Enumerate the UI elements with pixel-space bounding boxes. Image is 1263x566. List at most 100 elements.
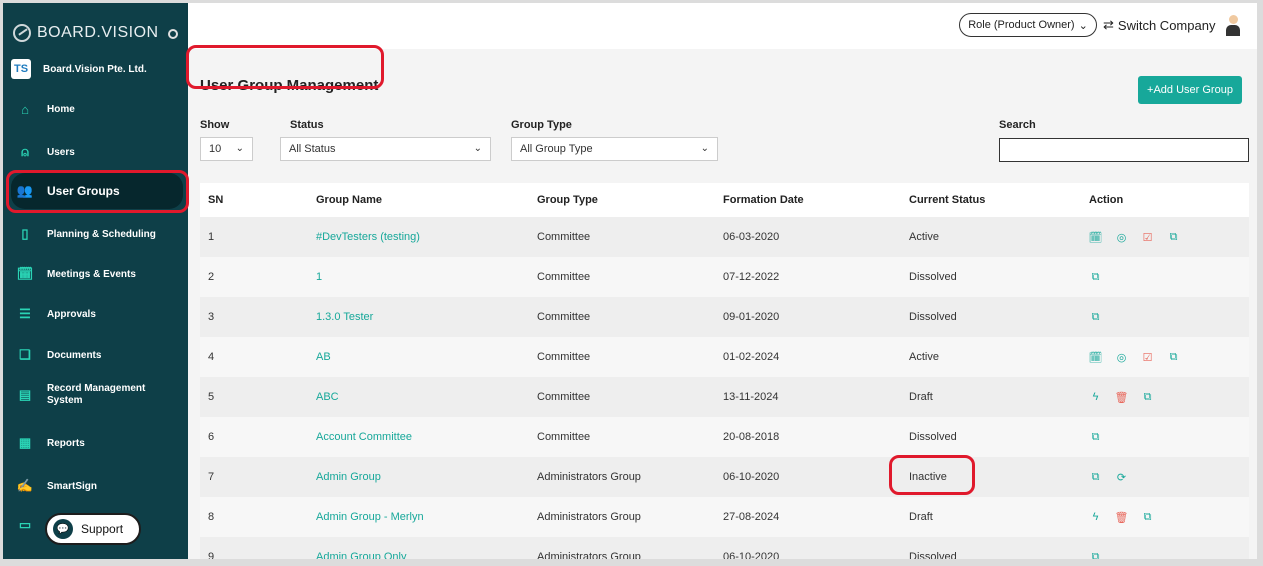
cell-date: 13-11-2024: [723, 391, 779, 403]
role-dropdown[interactable]: Role (Product Owner) ⌄: [959, 13, 1097, 37]
role-label: Role (Product Owner): [968, 19, 1075, 31]
calendar-icon: 🗓: [16, 266, 34, 281]
column-header[interactable]: Group Type: [537, 194, 723, 206]
group-type-label: Group Type: [511, 119, 572, 131]
cell-date: 01-02-2024: [723, 351, 780, 363]
cell-date: 09-01-2020: [723, 311, 780, 323]
sidebar-item-label: Reports: [47, 437, 85, 449]
copy-icon[interactable]: ⧉: [1089, 471, 1102, 484]
group-name-link[interactable]: #DevTesters (testing): [316, 231, 537, 243]
calendar-icon[interactable]: 🗓: [1089, 231, 1103, 244]
column-header[interactable]: Current Status: [909, 194, 1087, 206]
edit-icon[interactable]: ☑: [1141, 351, 1154, 364]
group-type-value: All Group Type: [520, 143, 593, 155]
show-select[interactable]: 10 ⌄: [200, 137, 253, 161]
home-icon: ⌂: [21, 101, 29, 117]
copy-icon[interactable]: ⧉: [1141, 511, 1154, 524]
cell-type: Committee: [537, 431, 591, 443]
column-header: Action: [1089, 194, 1124, 206]
approvals-icon: ☰: [19, 306, 31, 321]
main-content: User Group Management +Add User Group Sh…: [188, 49, 1257, 559]
search-label: Search: [999, 119, 1036, 131]
calendar-icon[interactable]: 🗓: [1089, 351, 1103, 364]
copy-icon[interactable]: ⧉: [1089, 311, 1102, 324]
cell-type: Committee: [537, 271, 591, 283]
location-icon[interactable]: ◎: [1115, 231, 1128, 244]
location-icon[interactable]: ◎: [1115, 351, 1128, 364]
delete-icon[interactable]: 🗑: [1115, 391, 1129, 404]
company-name: Board.Vision Pte. Ltd.: [43, 63, 147, 75]
cell-status: Dissolved: [909, 271, 957, 283]
column-header[interactable]: Formation Date: [723, 194, 909, 206]
cell-type: Administrators Group: [537, 551, 641, 559]
group-type-select[interactable]: All Group Type ⌄: [511, 137, 718, 161]
cell-sn: 4: [208, 351, 215, 363]
edit-icon[interactable]: ☑: [1141, 231, 1154, 244]
row-actions: ⧉: [1087, 271, 1249, 284]
sidebar-item-label: User Groups: [47, 184, 120, 198]
copy-icon[interactable]: ⧉: [1089, 551, 1102, 560]
row-actions: 🗓 ◎ ☑ ⧉: [1087, 351, 1249, 364]
copy-icon[interactable]: ⧉: [1089, 431, 1102, 444]
cell-status: Dissolved: [909, 551, 957, 559]
row-actions: ⧉ ⟳: [1087, 471, 1249, 484]
cell-date: 07-12-2022: [723, 271, 780, 283]
user-icon: ⍝: [21, 144, 29, 159]
status-value: All Status: [289, 143, 336, 155]
add-user-group-button[interactable]: +Add User Group: [1138, 76, 1242, 104]
group-name-link[interactable]: Admin Group - Merlyn: [316, 511, 537, 523]
column-header[interactable]: SN: [200, 194, 316, 206]
sidebar-item-users[interactable]: ⍝ Users: [3, 142, 188, 162]
cell-sn: 1: [208, 231, 215, 243]
brand-logo[interactable]: BOARD.VISION: [13, 21, 159, 45]
company-logo-icon: TS: [11, 59, 31, 79]
cell-sn: 6: [208, 431, 215, 443]
status-select[interactable]: All Status ⌄: [280, 137, 491, 161]
sidebar-item-approvals[interactable]: ☰ Approvals: [3, 304, 188, 324]
column-header[interactable]: Group Name: [316, 194, 537, 206]
more-icon: ▭: [18, 517, 32, 532]
sidebar-toggle-icon[interactable]: [168, 29, 178, 39]
group-name-link[interactable]: Account Committee: [316, 431, 537, 443]
cell-sn: 5: [208, 391, 215, 403]
sidebar-item-user-groups[interactable]: 👥 User Groups: [11, 173, 183, 209]
search-input[interactable]: [999, 138, 1249, 162]
cell-date: 06-03-2020: [723, 231, 780, 243]
copy-icon[interactable]: ⧉: [1141, 391, 1154, 404]
group-name-link[interactable]: AB: [316, 351, 537, 363]
copy-icon[interactable]: ⧉: [1167, 351, 1180, 364]
sidebar-item-planning-scheduling[interactable]: ▯ Planning & Scheduling: [3, 224, 188, 244]
support-button[interactable]: 💬 Support: [45, 513, 141, 545]
switch-company-label: Switch Company: [1117, 17, 1216, 33]
cell-date: 06-10-2020: [723, 551, 780, 559]
table-header: SN Group Name Group Type Formation Date …: [200, 183, 1249, 217]
sidebar-item-reports[interactable]: ▦ Reports: [3, 433, 188, 453]
sidebar-item-record-management-system[interactable]: ▤ Record Management System: [3, 383, 188, 406]
copy-icon[interactable]: ⧉: [1089, 271, 1102, 284]
activate-icon[interactable]: ϟ: [1089, 391, 1102, 404]
cell-sn: 8: [208, 511, 215, 523]
group-name-link[interactable]: ABC: [316, 391, 537, 403]
activate-icon[interactable]: ϟ: [1089, 511, 1102, 524]
group-name-link[interactable]: Admin Group: [316, 471, 537, 483]
row-actions: ⧉: [1087, 431, 1249, 444]
group-name-link[interactable]: 1.3.0 Tester: [316, 311, 537, 323]
switch-icon: ⇄: [1103, 17, 1114, 32]
copy-icon[interactable]: ⧉: [1167, 231, 1180, 244]
cell-status: Dissolved: [909, 431, 957, 443]
sidebar-item-documents[interactable]: ❏ Documents: [3, 345, 188, 365]
sidebar-item-label: Record Management System: [47, 383, 146, 406]
reactivate-icon[interactable]: ⟳: [1115, 471, 1128, 484]
group-name-link[interactable]: Admin Group Only: [316, 551, 537, 559]
sidebar-item-meetings-events[interactable]: 🗓 Meetings & Events: [3, 264, 188, 284]
user-group-table: SN Group Name Group Type Formation Date …: [200, 183, 1249, 559]
sidebar-item-home[interactable]: ⌂ Home: [3, 99, 188, 119]
delete-icon[interactable]: 🗑: [1115, 511, 1129, 524]
status-label: Status: [290, 119, 324, 131]
avatar[interactable]: [1225, 15, 1241, 37]
sidebar-item-smartsign[interactable]: ✍ SmartSign: [3, 476, 188, 496]
table-row: 4 AB Committee 01-02-2024 Active 🗓 ◎ ☑ ⧉: [200, 337, 1249, 377]
switch-company-button[interactable]: ⇄ Switch Company: [1103, 17, 1215, 33]
group-name-link[interactable]: 1: [316, 271, 537, 283]
table-row: 8 Admin Group - Merlyn Administrators Grou…: [200, 497, 1249, 537]
